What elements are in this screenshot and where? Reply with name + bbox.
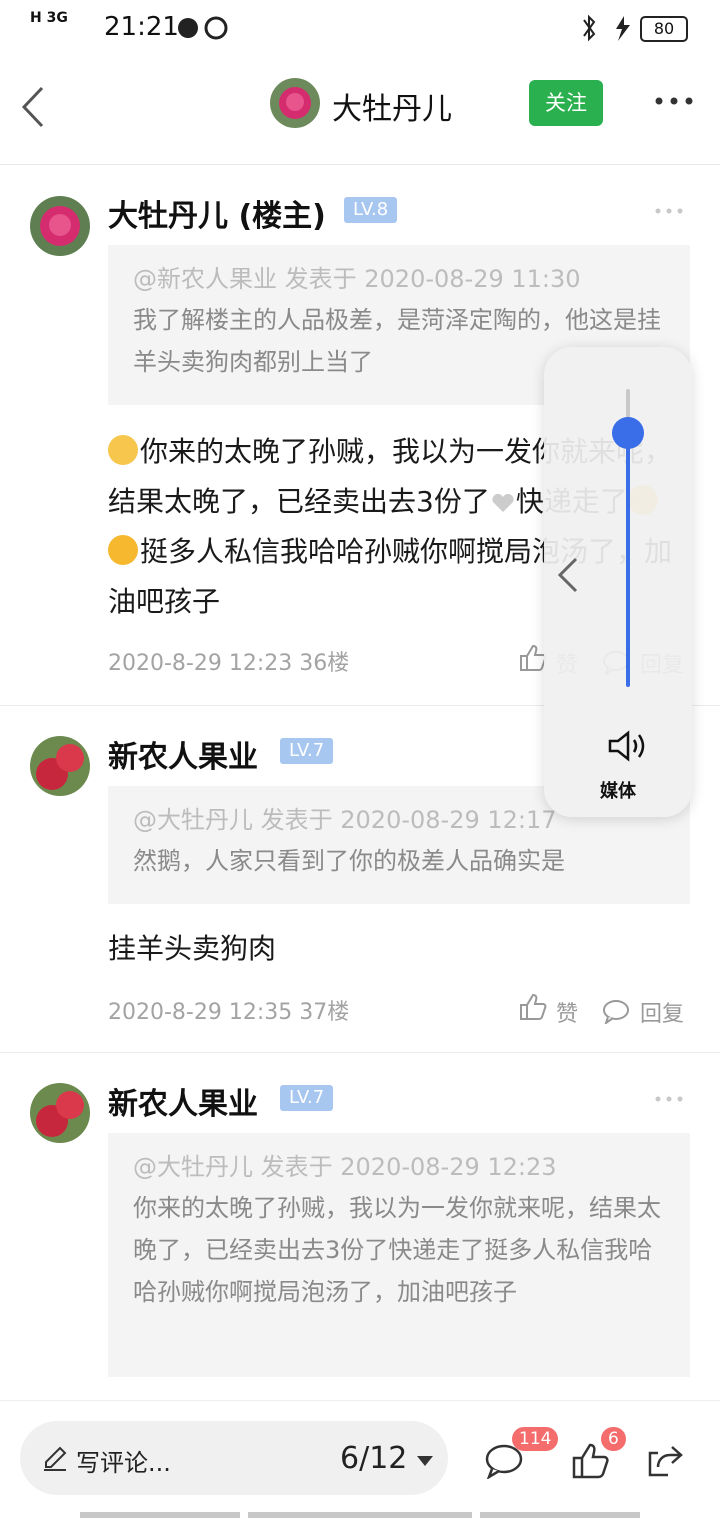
battery-indicator: 80 bbox=[640, 16, 688, 42]
apple-avatar-icon bbox=[30, 736, 90, 796]
back-arrow-icon[interactable] bbox=[18, 82, 48, 132]
comment-placeholder: 写评论... bbox=[76, 1449, 171, 1477]
gesture-bar bbox=[80, 1512, 640, 1518]
like-label[interactable]: 赞 bbox=[556, 996, 578, 1028]
quote-header: @新农人果业 发表于 2020-08-29 11:30 bbox=[133, 265, 581, 293]
peony-avatar-icon bbox=[30, 196, 90, 256]
dropdown-arrow-icon[interactable] bbox=[416, 1455, 434, 1467]
post-time-floor: 2020-8-29 12:23 36楼 bbox=[108, 651, 350, 676]
quote-header: @大牡丹儿 发表于 2020-08-29 12:23 bbox=[133, 1153, 557, 1181]
peony-avatar-icon bbox=[270, 78, 320, 128]
reply-label[interactable]: 回复 bbox=[640, 996, 684, 1028]
tongue-emoji-icon bbox=[108, 535, 138, 565]
post-more-icon[interactable] bbox=[654, 201, 684, 221]
header-title: 大牡丹儿 bbox=[332, 92, 452, 127]
volume-panel: 媒体 bbox=[544, 347, 692, 817]
like-icon[interactable] bbox=[517, 643, 547, 673]
like-icon[interactable] bbox=[517, 992, 547, 1022]
level-badge: LV.7 bbox=[280, 1085, 334, 1111]
reply-icon[interactable] bbox=[602, 998, 630, 1024]
apple-avatar-icon bbox=[30, 1083, 90, 1143]
post-time-floor: 2020-8-29 12:35 37楼 bbox=[108, 1000, 350, 1025]
top-nav-bar: 大牡丹儿 关注 bbox=[0, 56, 720, 165]
volume-label: 媒体 bbox=[600, 781, 636, 802]
bottom-action-bar: 写评论... 6/12 114 6 bbox=[0, 1400, 720, 1521]
post-more-icon[interactable] bbox=[654, 1089, 684, 1109]
volume-fill bbox=[626, 433, 630, 687]
status-time: 21:21 bbox=[104, 12, 179, 42]
user-avatar[interactable] bbox=[30, 196, 90, 256]
page-indicator[interactable]: 6/12 bbox=[340, 1441, 407, 1476]
username[interactable]: 大牡丹儿 (楼主) bbox=[108, 191, 326, 235]
user-avatar[interactable] bbox=[30, 736, 90, 796]
heart-emoji-icon bbox=[492, 493, 514, 512]
username[interactable]: 新农人果业 bbox=[108, 1079, 258, 1123]
post-card: 新农人果业 LV.7 @大牡丹儿 发表于 2020-08-29 12:23 你来… bbox=[0, 1053, 720, 1399]
quote-text: 然鹅，人家只看到了你的极差人品确实是 bbox=[133, 847, 565, 875]
smirk-emoji-icon bbox=[108, 435, 138, 465]
comment-input[interactable]: 写评论... 6/12 bbox=[20, 1421, 448, 1495]
status-bar: H 3G 21:21 80 bbox=[0, 0, 720, 56]
pencil-icon bbox=[44, 1446, 67, 1471]
signal-indicator: H 3G bbox=[30, 10, 68, 26]
user-avatar[interactable] bbox=[30, 1083, 90, 1143]
chevron-left-icon[interactable] bbox=[556, 555, 580, 595]
bluetooth-charging-icons bbox=[583, 14, 630, 42]
app-notification-icons bbox=[178, 16, 228, 40]
volume-slider-handle[interactable] bbox=[612, 417, 644, 449]
share-icon[interactable] bbox=[646, 1443, 684, 1479]
header-avatar[interactable] bbox=[270, 78, 320, 128]
quoted-reply[interactable]: @大牡丹儿 发表于 2020-08-29 12:23 你来的太晚了孙贼，我以为一… bbox=[108, 1133, 690, 1377]
level-badge: LV.7 bbox=[280, 738, 334, 764]
speaker-icon[interactable] bbox=[606, 729, 648, 763]
level-badge: LV.8 bbox=[344, 197, 398, 223]
follow-button[interactable]: 关注 bbox=[529, 80, 603, 126]
like-count-badge: 6 bbox=[601, 1427, 626, 1451]
comment-count-badge: 114 bbox=[512, 1427, 559, 1451]
post-content: 挂羊头卖狗肉 bbox=[108, 932, 277, 965]
more-options-icon[interactable] bbox=[654, 86, 694, 116]
quote-text: 你来的太晚了孙贼，我以为一发你就来呢，结果太晚了，已经卖出去3份了快递走了挺多人… bbox=[133, 1194, 661, 1306]
username[interactable]: 新农人果业 bbox=[108, 732, 258, 776]
